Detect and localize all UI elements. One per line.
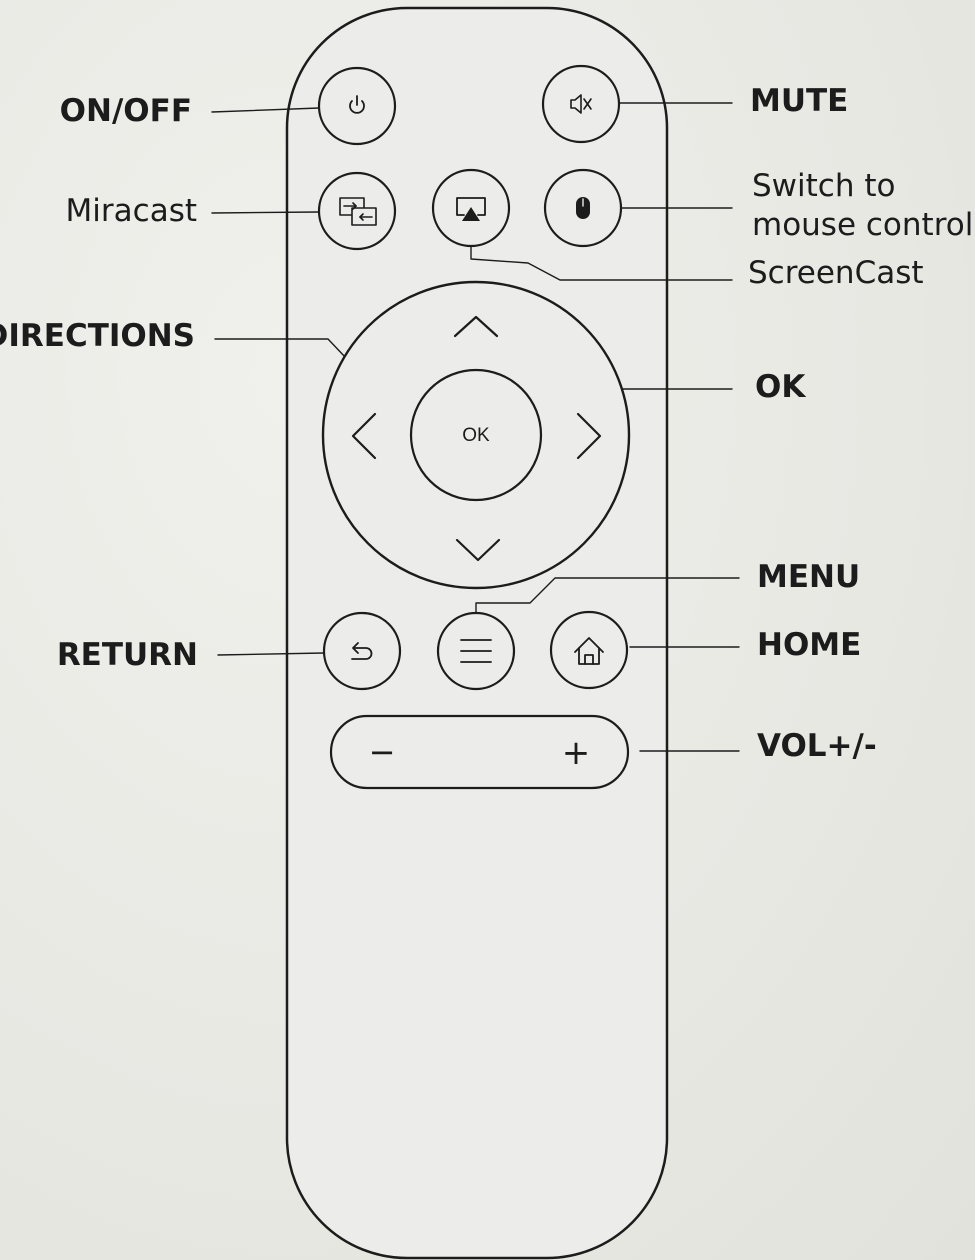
miracast-button[interactable] [317, 171, 397, 251]
label-miracast: Miracast [65, 193, 197, 229]
label-home: HOME [757, 627, 862, 663]
leader-miracast [211, 211, 320, 214]
volume-up-button[interactable]: + [562, 733, 591, 773]
label-return: RETURN [56, 637, 198, 673]
power-button[interactable] [317, 66, 397, 146]
mouse-icon [576, 197, 590, 219]
label-screencast: ScreenCast [748, 255, 924, 291]
label-switch-line-2: mouse control [752, 206, 974, 243]
volume-down-button[interactable]: − [369, 733, 396, 771]
label-switch-to-mouse-control: Switch to mouse control [752, 167, 973, 245]
label-vol: VOL+/- [757, 728, 877, 764]
ok-button-label: OK [462, 425, 490, 446]
return-button[interactable] [322, 611, 402, 691]
mouse-control-button[interactable] [543, 168, 623, 248]
label-menu: MENU [757, 559, 861, 595]
label-on-off: ON/OFF [59, 93, 192, 129]
home-button[interactable] [549, 610, 629, 690]
label-mute: MUTE [750, 83, 849, 119]
mute-button[interactable] [541, 64, 621, 144]
label-switch-line-1: Switch to [752, 168, 896, 204]
volume-rocker: − + [329, 714, 630, 790]
label-ok: OK [755, 369, 806, 405]
label-directions: DIRECTIONS [0, 318, 195, 354]
ok-button[interactable]: OK [409, 368, 543, 502]
screencast-button[interactable] [431, 168, 511, 248]
remote-diagram: OK − + ON/OFF Miracast DIRECTIONS RETURN… [0, 0, 975, 1260]
menu-button[interactable] [436, 611, 516, 691]
